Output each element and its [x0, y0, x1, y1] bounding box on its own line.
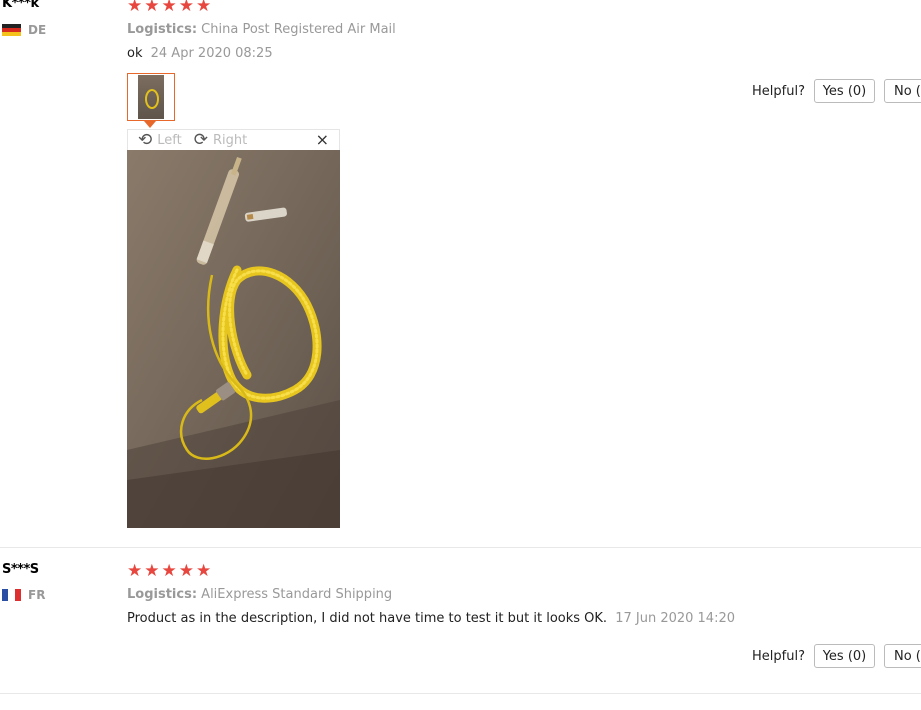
rotate-right-label: Right [212, 132, 248, 148]
logistics-info: Logistics: AliExpress Standard Shipping [127, 587, 392, 602]
review-date: 17 Jun 2020 14:20 [615, 611, 736, 626]
helpful-no-button[interactable]: No (0) [883, 644, 921, 668]
rotate-right-button[interactable]: ⟳ Right [193, 129, 248, 150]
star-icon: ★ [144, 561, 160, 581]
star-icon: ★ [161, 561, 177, 581]
logistics-label: Logistics: [127, 22, 198, 37]
reviewer-country: DE [2, 23, 46, 37]
rotate-left-button[interactable]: ⟲ Left [138, 129, 182, 150]
star-icon: ★ [144, 0, 160, 16]
star-icon: ★ [196, 0, 212, 16]
reviewer-name: S***S [2, 562, 39, 577]
review-date: 24 Apr 2020 08:25 [150, 46, 273, 61]
france-flag-icon [2, 589, 21, 601]
helpful-label: Helpful? [752, 648, 805, 664]
star-icon: ★ [196, 561, 212, 581]
helpful-votes: Helpful? Yes (0) No (0) [752, 644, 921, 668]
review-image-thumbnail[interactable] [127, 73, 175, 121]
thumbnail-image [138, 75, 164, 119]
rotate-left-icon: ⟲ [138, 129, 153, 150]
logistics-value: AliExpress Standard Shipping [201, 587, 393, 602]
rating-stars: ★ ★ ★ ★ ★ [127, 563, 211, 580]
helpful-yes-button[interactable]: Yes (0) [813, 644, 875, 668]
helpful-no-button[interactable]: No (0) [883, 79, 921, 103]
review-photo [127, 150, 340, 528]
reviewer-country: FR [2, 588, 45, 602]
star-icon: ★ [161, 0, 177, 16]
helpful-yes-button[interactable]: Yes (0) [813, 79, 875, 103]
review-item: K***k DE ★ ★ ★ ★ ★ Logistics: China Post… [0, 0, 921, 548]
reviewer-name: K***k [2, 0, 39, 11]
review-divider [0, 693, 921, 694]
rotate-right-icon: ⟳ [193, 129, 208, 150]
country-code: DE [28, 23, 47, 37]
rating-stars: ★ ★ ★ ★ ★ [127, 0, 211, 15]
feedback-text: ok [127, 46, 143, 61]
thumbnail-pointer-icon [144, 121, 156, 128]
star-icon: ★ [127, 0, 143, 16]
image-viewer-toolbar: ⟲ Left ⟳ Right × [127, 129, 340, 150]
logistics-info: Logistics: China Post Registered Air Mai… [127, 22, 396, 37]
feedback-text: Product as in the description, I did not… [127, 611, 608, 626]
close-icon[interactable]: × [316, 130, 329, 150]
helpful-votes: Helpful? Yes (0) No (0) [752, 79, 921, 103]
helpful-label: Helpful? [752, 83, 805, 99]
country-code: FR [28, 588, 46, 602]
star-icon: ★ [127, 561, 143, 581]
star-icon: ★ [178, 0, 194, 16]
germany-flag-icon [2, 24, 21, 36]
image-viewer: ⟲ Left ⟳ Right × [127, 129, 340, 528]
star-icon: ★ [178, 561, 194, 581]
review-feedback: ok 24 Apr 2020 08:25 [127, 46, 273, 61]
logistics-value: China Post Registered Air Mail [201, 22, 396, 37]
review-item: S***S FR ★ ★ ★ ★ ★ Logistics: AliExpress… [0, 548, 921, 694]
rotate-left-label: Left [157, 132, 182, 148]
logistics-label: Logistics: [127, 587, 198, 602]
review-feedback: Product as in the description, I did not… [127, 611, 735, 626]
